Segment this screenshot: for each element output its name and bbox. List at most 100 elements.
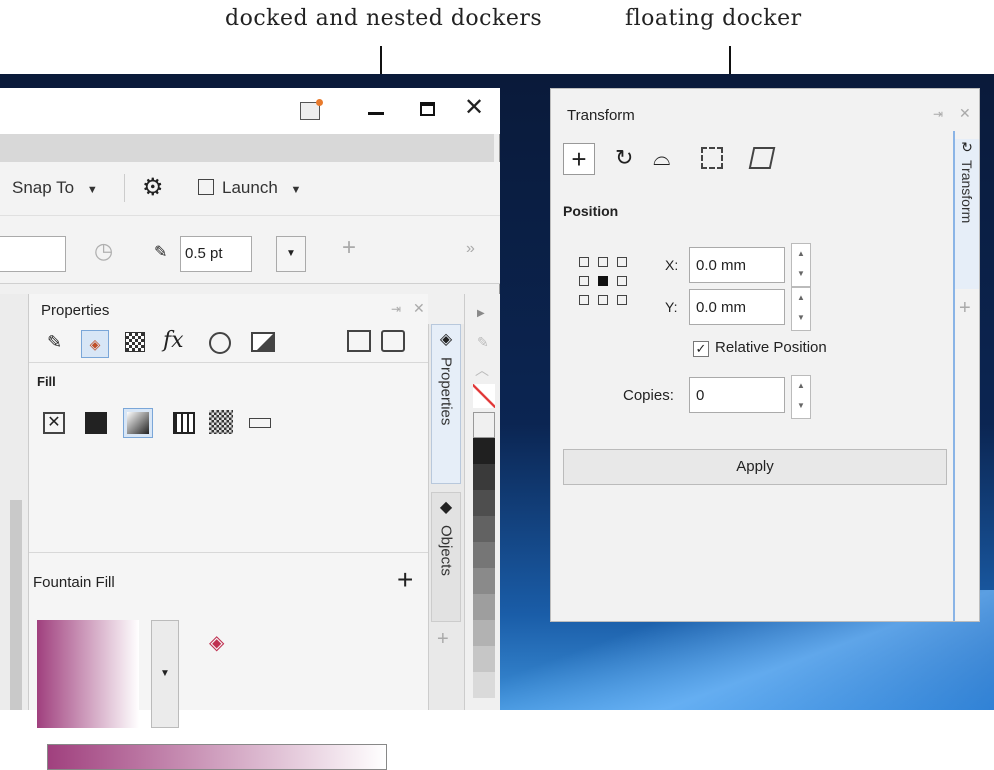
properties-tab-icon: ◈ [439,331,453,348]
rotate-icon: ↻ [961,139,973,155]
color-swatch[interactable] [473,594,495,620]
divider [29,552,429,553]
color-palette: ▶ ✎ ︿ [464,294,500,710]
color-swatch[interactable] [473,516,495,542]
floating-docker-annotation: floating docker [625,6,802,31]
scale-mirror-icon[interactable]: ⌓ [653,145,670,171]
x-field[interactable]: 0.0 mm [689,247,785,283]
close-docker-icon[interactable]: ✕ [413,300,425,317]
x-label: X: [665,257,679,273]
layers-icon: ◆ [439,499,453,516]
circle-icon[interactable] [209,332,231,354]
position-mode-icon[interactable]: + [563,143,595,175]
add-fill-icon[interactable]: + [397,564,413,596]
color-swatch[interactable] [473,438,495,464]
outline-width-dropdown[interactable]: ▼ [276,236,306,272]
property-bar: ◷ ✎ 0.5 pt ▼ + » [0,216,500,284]
menu-bar [0,134,494,162]
outline-pen-icon[interactable]: ✎ [47,332,62,353]
add-tab-icon[interactable]: + [959,297,971,320]
docked-dockers-annotation: docked and nested dockers [225,6,543,31]
relative-position-label: Relative Position [715,339,827,356]
transform-tab[interactable]: ↻ Transform [955,139,979,289]
tab-objects[interactable]: ◆ Objects [431,492,461,622]
tab-objects-label: Objects [437,525,455,576]
chevron-down-icon: ▼ [290,184,302,196]
skew-icon[interactable] [748,147,776,169]
outline-width-field[interactable]: 0.5 pt [180,236,252,272]
transform-tab-label: Transform [959,160,975,224]
y-spinner[interactable]: ▲ ▼ [791,287,811,331]
anchor-grid[interactable] [579,257,627,305]
snap-to-label: Snap To [12,178,75,197]
y-field[interactable]: 0.0 mm [689,289,785,325]
close-icon[interactable]: ✕ [464,96,484,120]
collapse-docker-icon[interactable]: ⇥ [933,107,943,121]
chevron-down-icon: ▼ [86,184,98,196]
maximize-icon[interactable] [420,102,435,116]
size-icon[interactable] [701,147,723,169]
add-icon[interactable]: + [342,234,356,262]
application-window: ✕ Snap To ▼ ⚙ Launch ▼ ◷ ✎ 0.5 pt ▼ + » … [0,88,500,770]
rotate-icon[interactable]: ↻ [615,145,633,171]
no-color-swatch[interactable] [473,384,495,408]
frame-icon[interactable] [347,330,371,352]
add-tab-icon[interactable]: + [437,628,449,651]
close-docker-icon[interactable]: ✕ [959,105,971,122]
color-swatch[interactable] [473,464,495,490]
fountain-fill-icon[interactable] [123,408,153,438]
page-settings-icon[interactable] [381,330,405,352]
account-icon[interactable] [300,99,323,120]
transform-docker-title: Transform [567,107,635,124]
no-fill-icon[interactable]: ✕ [43,412,65,434]
position-section-title: Position [563,203,619,219]
y-label: Y: [665,299,678,315]
copies-label: Copies: [623,387,674,404]
title-bar: ✕ [0,88,500,134]
divider [29,362,429,363]
palette-scroll-icon[interactable]: ▶ [477,308,485,319]
launch-label: Launch [222,178,278,197]
eyedropper-icon[interactable]: ✎ [477,334,489,351]
chevron-up-icon[interactable]: ︿ [475,360,489,380]
texture-fill-icon[interactable] [249,418,271,428]
x-spinner[interactable]: ▲ ▼ [791,243,811,287]
tab-properties[interactable]: ◈ Properties [431,324,461,484]
color-swatch[interactable] [473,620,495,646]
vector-pattern-icon[interactable] [173,412,195,434]
effects-icon[interactable]: fx [163,328,184,353]
fill-type-dropdown[interactable]: ▼ [151,620,179,728]
color-swatch[interactable] [473,672,495,698]
bitmap-pattern-icon[interactable] [209,410,233,434]
vertical-scrollbar[interactable] [10,500,22,710]
color-swatch[interactable] [473,412,495,438]
copies-spinner[interactable]: ▲ ▼ [791,375,811,419]
fill-bucket-icon[interactable]: ◈ [81,330,109,358]
paint-bucket-icon[interactable]: ◈ [209,630,224,655]
gear-icon[interactable]: ⚙ [142,173,164,202]
divider [124,174,125,202]
snap-to-dropdown[interactable]: Snap To ▼ [12,178,98,198]
minimize-icon[interactable] [368,112,384,115]
color-swatch[interactable] [473,490,495,516]
transparency-icon[interactable] [125,332,145,352]
more-icon[interactable]: » [466,240,475,258]
standard-toolbar: Snap To ▼ ⚙ Launch ▼ [0,162,500,216]
transform-tab-strip: ↻ Transform + [953,131,979,621]
color-swatch[interactable] [473,568,495,594]
color-swatch[interactable] [473,646,495,672]
clock-icon[interactable]: ◷ [94,238,113,264]
gradient-slider[interactable] [47,744,387,770]
pen-icon: ✎ [154,244,168,261]
launch-button[interactable]: Launch ▼ [198,178,301,198]
uniform-fill-icon[interactable] [85,412,107,434]
apply-button[interactable]: Apply [563,449,947,485]
color-swatch[interactable] [473,542,495,568]
image-icon[interactable] [251,332,275,352]
size-field[interactable] [0,236,66,272]
collapse-docker-icon[interactable]: ⇥ [391,302,401,316]
properties-docker: Properties ⇥ ✕ ✎ ◈ fx Fill ✕ Fountain Fi… [28,294,429,770]
docker-tab-strip: ◈ Properties ◆ Objects + [428,324,464,710]
copies-field[interactable]: 0 [689,377,785,413]
relative-position-checkbox[interactable]: ✓ [693,341,709,357]
